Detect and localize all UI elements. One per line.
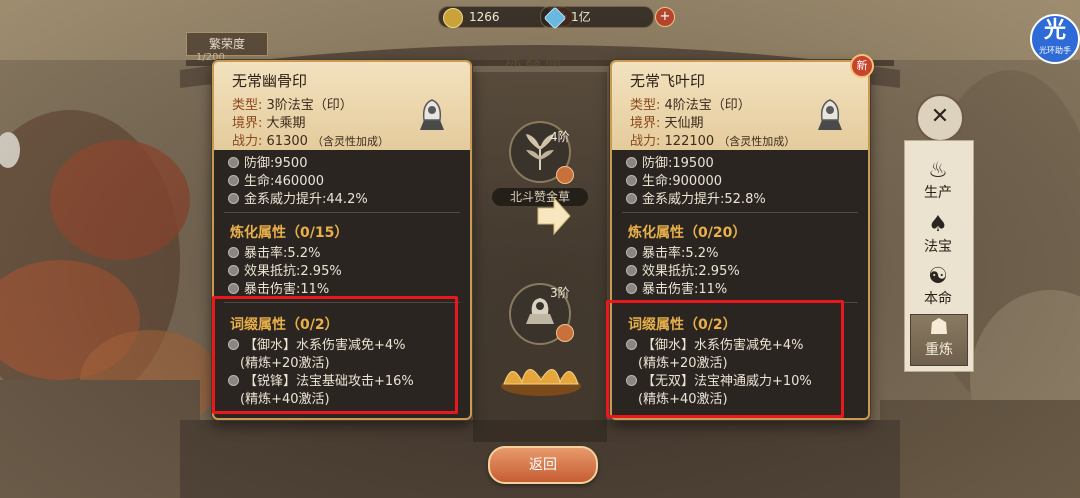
tab-soul[interactable]: ☯ 本命 <box>910 264 966 314</box>
spirit-stone-counter: 1亿 + <box>540 6 675 30</box>
helper-button[interactable]: 光 光环助手 <box>1030 14 1080 64</box>
stat-bullet-icon <box>626 265 637 276</box>
back-button[interactable]: 返回 <box>488 446 598 484</box>
realm-value: 大乘期 <box>266 116 306 131</box>
lotus-platform-icon <box>501 369 581 396</box>
power-label: 战力: <box>630 134 661 149</box>
stat-row: 金系威力提升:52.8% <box>626 188 766 207</box>
coin-icon <box>443 8 463 28</box>
new-badge: 新 <box>850 54 874 78</box>
refine-section-title: 炼化属性（0/20） <box>628 225 747 241</box>
stat-bullet-icon <box>228 193 239 204</box>
divider <box>622 212 858 213</box>
refine-section-title: 炼化属性（0/15） <box>230 225 349 241</box>
realm-value: 天仙期 <box>664 116 704 131</box>
target-treasure-power: 战力: 122100 （含灵性加成） <box>630 130 795 149</box>
spirit-stone-icon <box>543 6 567 30</box>
arrow-right-icon <box>537 196 571 236</box>
stat-bullet-icon <box>228 157 239 168</box>
hall-title: 炼器阁 <box>504 50 565 69</box>
current-treasure-power: 战力: 61300 （含灵性加成） <box>232 130 389 149</box>
soul-icon: ☯ <box>928 264 948 289</box>
target-treasure-name: 无常飞叶印 <box>630 72 706 90</box>
type-label: 类型: <box>630 98 661 113</box>
spirit-stone-value: 1亿 <box>571 10 591 24</box>
type-value: 4阶法宝（印） <box>664 98 751 113</box>
type-value: 3阶法宝（印） <box>266 98 353 113</box>
tab-production[interactable]: ♨ 生产 <box>910 158 966 208</box>
type-label: 类型: <box>232 98 263 113</box>
power-value: 122100 <box>664 134 715 149</box>
add-spirit-stone-button[interactable]: + <box>655 7 675 27</box>
stat-bullet-icon <box>228 283 239 294</box>
stat-row: 防御:19500 <box>626 152 714 171</box>
tab-treasure[interactable]: ♠ 法宝 <box>910 212 966 262</box>
target-treasure-type: 类型: 4阶法宝（印） <box>630 94 751 113</box>
material-star-icon <box>556 166 574 184</box>
tab-label: 生产 <box>924 185 952 201</box>
seal-icon <box>818 99 842 130</box>
target-treasure-header: 无常飞叶印 类型: 4阶法宝（印） 境界: 天仙期 战力: 122100 （含灵… <box>612 62 868 150</box>
refine-row: 暴击率:5.2% <box>228 242 320 261</box>
seal-icon <box>420 99 444 130</box>
power-value: 61300 <box>266 134 308 149</box>
stat-row: 防御:9500 <box>228 152 307 171</box>
target-treasure-realm: 境界: 天仙期 <box>630 112 704 131</box>
tab-label: 本命 <box>924 291 952 307</box>
current-treasure-type: 类型: 3阶法宝（印） <box>232 94 353 113</box>
current-treasure-realm: 境界: 大乘期 <box>232 112 306 131</box>
power-label: 战力: <box>232 134 263 149</box>
stat-bullet-icon <box>626 193 637 204</box>
realm-label: 境界: <box>232 116 263 131</box>
stat-bullet-icon <box>228 175 239 186</box>
divider <box>224 212 460 213</box>
current-treasure-header: 无常幽骨印 类型: 3阶法宝（印） 境界: 大乘期 战力: 61300 （含灵性… <box>214 62 470 150</box>
realm-label: 境界: <box>630 116 661 131</box>
current-treasure-name: 无常幽骨印 <box>232 72 308 90</box>
stat-row: 生命:460000 <box>228 170 324 189</box>
target-level: 3阶 <box>550 286 570 300</box>
material-level: 4阶 <box>550 130 570 144</box>
stat-bullet-icon <box>626 283 637 294</box>
stat-bullet-icon <box>626 157 637 168</box>
helper-label: 光环助手 <box>1039 46 1071 55</box>
affix-highlight-box <box>606 300 844 418</box>
stat-bullet-icon <box>228 265 239 276</box>
tab-label: 重炼 <box>925 342 953 358</box>
tab-reforge[interactable]: ☗ 重炼 <box>910 314 968 366</box>
refine-row: 效果抵抗:2.95% <box>626 260 740 279</box>
refine-row: 暴击伤害:11% <box>228 278 329 297</box>
coin-counter: 1266 + <box>438 6 573 28</box>
refine-row: 暴击伤害:11% <box>626 278 727 297</box>
affix-highlight-box <box>212 296 458 414</box>
cauldron-icon: ♨ <box>928 158 948 183</box>
stat-bullet-icon <box>626 175 637 186</box>
stat-bullet-icon <box>626 247 637 258</box>
power-note: （含灵性加成） <box>718 135 796 148</box>
stat-row: 金系威力提升:44.2% <box>228 188 368 207</box>
stat-row: 生命:900000 <box>626 170 722 189</box>
stat-bullet-icon <box>228 247 239 258</box>
coin-value: 1266 <box>469 10 500 24</box>
refine-row: 效果抵抗:2.95% <box>228 260 342 279</box>
refine-row: 暴击率:5.2% <box>626 242 718 261</box>
reforge-icon: ☗ <box>929 315 949 340</box>
target-star-icon <box>556 324 574 342</box>
tab-label: 法宝 <box>924 239 952 255</box>
tools-icon[interactable]: ✕ <box>916 94 964 142</box>
power-note: （含灵性加成） <box>312 135 390 148</box>
treasure-icon: ♠ <box>928 212 948 237</box>
helper-logo: 光 <box>1043 18 1066 43</box>
